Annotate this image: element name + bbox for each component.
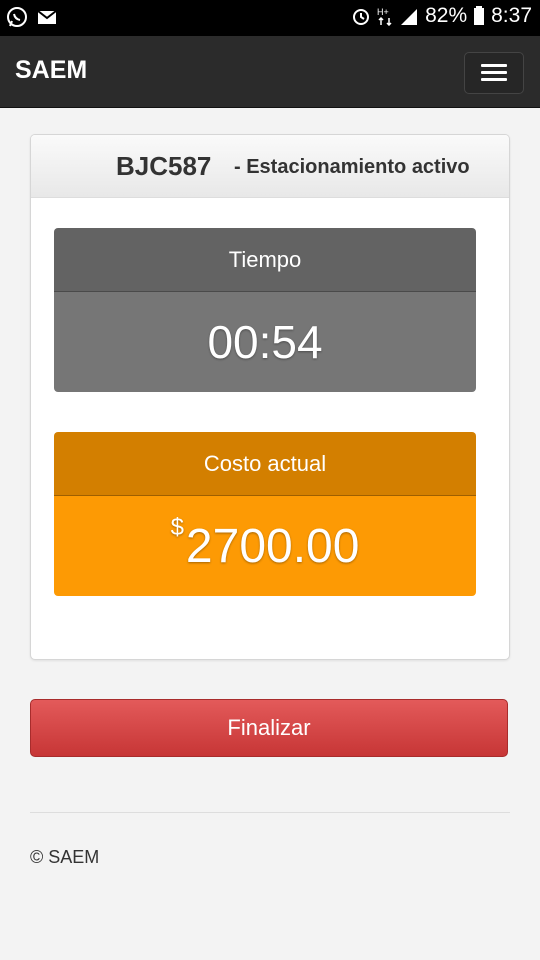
time-panel: Tiempo 00:54 [54, 228, 476, 392]
parking-card: BJC587 - Estacionamiento activo Tiempo 0… [30, 134, 510, 660]
clock: 8:37 [491, 4, 532, 27]
mail-icon [36, 6, 58, 28]
alarm-icon [351, 6, 371, 26]
whatsapp-icon [6, 6, 28, 28]
finish-button[interactable]: Finalizar [30, 699, 508, 757]
divider [30, 812, 510, 813]
currency-symbol: $ [170, 514, 184, 541]
hamburger-icon[interactable] [464, 52, 524, 94]
cost-value: 2700.00 [185, 519, 360, 573]
time-value: 00:54 [54, 292, 476, 392]
battery-icon [473, 6, 485, 26]
svg-text:H+: H+ [377, 7, 389, 17]
data-icon: H+ [377, 6, 393, 26]
cost-value-container: $ 2700.00 [54, 496, 476, 596]
brand-logo[interactable]: SAEM [15, 56, 87, 85]
navbar: SAEM [0, 36, 540, 108]
license-plate: BJC587 [116, 151, 212, 181]
signal-icon [399, 6, 419, 26]
footer-copyright: © SAEM [30, 847, 100, 867]
battery-percent: 82% [425, 4, 468, 27]
time-label: Tiempo [54, 228, 476, 292]
card-header: BJC587 - Estacionamiento activo [31, 135, 509, 198]
parking-status: - Estacionamiento activo [234, 156, 470, 178]
cost-panel: Costo actual $ 2700.00 [54, 432, 476, 596]
status-bar: H+ 82% 8:37 [0, 0, 540, 36]
cost-label: Costo actual [54, 432, 476, 496]
